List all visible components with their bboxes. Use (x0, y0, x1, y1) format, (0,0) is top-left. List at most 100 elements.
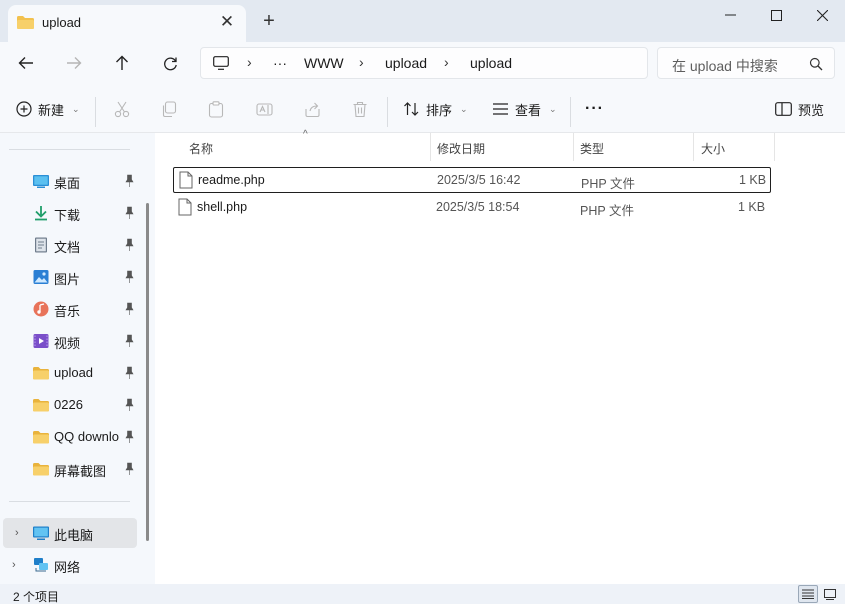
sidebar-item-qq-downloads[interactable]: QQ downlo (0, 422, 140, 452)
file-modified: 2025/3/5 16:42 (437, 173, 521, 187)
toolbar-divider (95, 97, 96, 127)
column-header-modified[interactable]: 修改日期 (437, 133, 485, 161)
back-button[interactable] (11, 49, 41, 77)
file-type: PHP 文件 (581, 177, 635, 191)
column-divider[interactable] (430, 133, 431, 161)
new-tab-button[interactable]: + (258, 10, 280, 32)
expand-chevron-icon[interactable]: › (12, 559, 16, 571)
close-icon (816, 9, 828, 21)
refresh-button[interactable] (155, 49, 185, 77)
preview-pane-icon (775, 102, 792, 116)
file-icon (179, 171, 193, 189)
cut-button[interactable] (109, 95, 135, 123)
up-button[interactable] (107, 49, 137, 77)
pin-icon[interactable] (124, 366, 135, 379)
maximize-button[interactable] (753, 0, 799, 30)
search-icon (809, 57, 823, 71)
new-button[interactable]: 新建 ⌄ (16, 95, 80, 123)
breadcrumb-upload[interactable]: upload (385, 55, 427, 71)
file-icon (178, 198, 192, 216)
rename-button[interactable] (251, 95, 277, 123)
preview-pane-button[interactable]: 预览 (775, 95, 824, 123)
address-bar[interactable]: › ··· WWW › upload › upload (200, 47, 648, 79)
sidebar-item-videos[interactable]: 视频 (0, 326, 140, 356)
tab-upload[interactable]: upload ✕ (8, 5, 246, 42)
new-label: 新建 (38, 102, 65, 118)
pin-icon[interactable] (124, 462, 135, 475)
folder-icon (17, 16, 34, 29)
download-icon (35, 206, 47, 221)
share-button[interactable] (299, 95, 325, 123)
sidebar-item-label: 文档 (54, 240, 81, 255)
tab-title: upload (42, 15, 82, 30)
sidebar-item-label: upload (54, 365, 94, 380)
minimize-button[interactable] (707, 0, 753, 30)
tab-close-button[interactable]: ✕ (216, 11, 238, 33)
sidebar-item-documents[interactable]: 文档 (0, 230, 140, 260)
sidebar-item-downloads[interactable]: 下载 (0, 198, 140, 228)
sidebar-scrollbar[interactable] (146, 203, 149, 541)
folder-icon (33, 399, 49, 412)
details-view-button[interactable] (798, 585, 818, 603)
pin-icon[interactable] (124, 270, 135, 283)
delete-button[interactable] (347, 95, 373, 123)
sidebar-item-pictures[interactable]: 图片 (0, 262, 140, 292)
pin-icon[interactable] (124, 174, 135, 187)
more-options-button[interactable]: ··· (585, 95, 604, 123)
pin-icon[interactable] (124, 238, 135, 251)
sidebar-item-0226[interactable]: 0226 (0, 390, 140, 420)
search-box[interactable]: 在 upload 中搜索 (657, 47, 835, 79)
document-icon (35, 237, 47, 253)
breadcrumb-overflow[interactable]: ··· (273, 55, 287, 71)
sort-ascending-icon: ^ (303, 129, 308, 140)
sidebar-item-this-pc[interactable]: › 此电脑 (3, 518, 137, 548)
pin-icon[interactable] (124, 398, 135, 411)
toolbar-divider (387, 97, 388, 127)
sidebar-item-desktop[interactable]: 桌面 (0, 166, 140, 196)
chevron-down-icon: ⌄ (549, 103, 557, 114)
breadcrumb-www[interactable]: WWW (304, 55, 344, 71)
column-divider[interactable] (693, 133, 694, 161)
sort-button[interactable]: 排序 ⌄ (403, 95, 468, 123)
paste-button[interactable] (203, 95, 229, 123)
pin-icon[interactable] (124, 430, 135, 443)
sidebar-item-label: 网络 (54, 560, 81, 575)
breadcrumb-upload-current[interactable]: upload (470, 55, 512, 71)
pin-icon[interactable] (124, 206, 135, 219)
video-icon (33, 334, 49, 348)
pin-icon[interactable] (124, 334, 135, 347)
column-header-size[interactable]: 大小 (701, 133, 725, 161)
navigation-pane: 桌面 下载 文档 图片 音乐 视频 upload 0226 QQ downlo … (0, 133, 155, 584)
file-size: 1 KB (739, 173, 767, 187)
computer-icon (213, 56, 229, 70)
pin-icon[interactable] (124, 302, 135, 315)
table-row[interactable]: shell.php 2025/3/5 18:54 PHP 文件 1 KB (173, 195, 771, 221)
search-placeholder: 在 upload 中搜索 (672, 58, 778, 74)
sidebar-item-screenshots[interactable]: 屏幕截图 (0, 454, 140, 484)
tiles-view-button[interactable] (820, 585, 840, 603)
table-row[interactable]: readme.php 2025/3/5 16:42 PHP 文件 1 KB (173, 167, 771, 193)
view-button[interactable]: 查看 ⌄ (492, 95, 557, 123)
column-divider[interactable] (774, 133, 775, 161)
sidebar-item-label: 桌面 (54, 176, 81, 191)
breadcrumb-separator: › (444, 54, 449, 70)
sort-icon (404, 102, 419, 116)
share-icon (304, 102, 320, 117)
sidebar-item-upload[interactable]: upload (0, 358, 140, 388)
column-header-type[interactable]: 类型 (580, 133, 604, 161)
sidebar-item-network[interactable]: › 网络 (0, 550, 140, 580)
column-divider[interactable] (573, 133, 574, 161)
item-count: 2 个项目 (13, 590, 60, 604)
column-header-name[interactable]: 名称 (189, 133, 213, 161)
copy-button[interactable] (156, 95, 182, 123)
sidebar-item-music[interactable]: 音乐 (0, 294, 140, 324)
preview-label: 预览 (798, 102, 825, 118)
network-icon (34, 558, 48, 572)
expand-chevron-icon[interactable]: › (15, 527, 19, 539)
details-view-icon (802, 589, 814, 599)
close-window-button[interactable] (799, 0, 845, 30)
sidebar-item-label: 视频 (54, 336, 81, 351)
arrow-right-icon (67, 57, 82, 69)
forward-button[interactable] (59, 49, 89, 77)
title-bar: upload ✕ + (0, 0, 845, 42)
